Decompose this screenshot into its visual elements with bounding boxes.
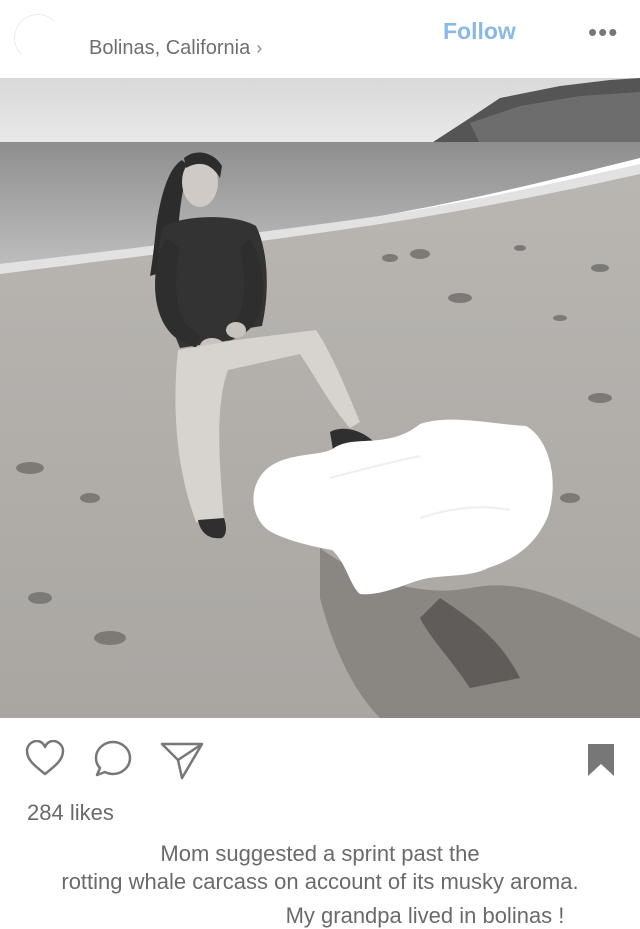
caption-line: rotting whale carcass on account of its … bbox=[61, 869, 579, 894]
post-photo[interactable] bbox=[0, 78, 640, 718]
avatar[interactable] bbox=[14, 14, 62, 62]
comment-text: My grandpa lived in bolinas ! bbox=[285, 903, 565, 928]
heart-icon[interactable] bbox=[25, 739, 65, 781]
post-header: Bolinas, California › Follow ••• bbox=[0, 0, 640, 78]
bookmark-icon[interactable] bbox=[586, 742, 616, 783]
beach-photo-illustration bbox=[0, 78, 640, 718]
more-options-icon[interactable]: ••• bbox=[588, 19, 618, 45]
action-bar bbox=[0, 730, 640, 790]
likes-count[interactable]: 284 likes bbox=[27, 800, 114, 826]
caption-line: Mom suggested a sprint past the bbox=[160, 841, 480, 866]
location-label: Bolinas, California bbox=[89, 37, 251, 59]
follow-button[interactable]: Follow bbox=[443, 18, 516, 45]
chevron-right-icon: › bbox=[256, 38, 263, 58]
comment-icon[interactable] bbox=[93, 739, 133, 784]
location-link[interactable]: Bolinas, California › bbox=[89, 37, 262, 60]
share-icon[interactable] bbox=[160, 740, 204, 785]
post-caption: Mom suggested a sprint past the rotting … bbox=[0, 840, 640, 896]
